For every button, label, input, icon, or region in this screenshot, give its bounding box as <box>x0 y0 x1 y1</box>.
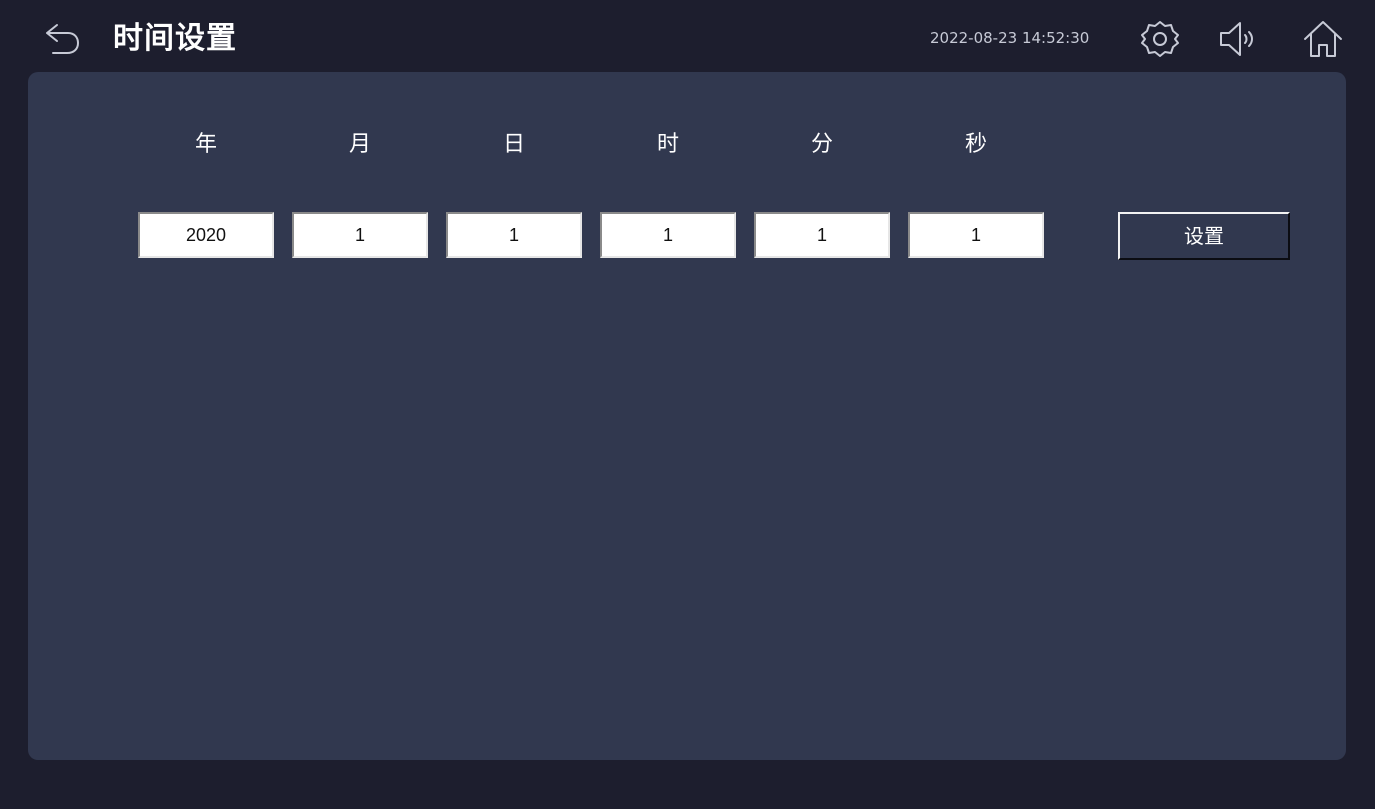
back-button[interactable] <box>38 20 82 60</box>
top-bar: 时间设置 2022-08-23 14:52:30 <box>0 0 1375 72</box>
minute-label: 分 <box>810 132 833 157</box>
minute-input[interactable] <box>754 212 890 258</box>
month-input[interactable] <box>292 212 428 258</box>
day-input[interactable] <box>446 212 582 258</box>
volume-button[interactable] <box>1216 17 1260 61</box>
page-title: 时间设置 <box>113 21 237 56</box>
hour-input[interactable] <box>600 212 736 258</box>
gear-icon <box>1141 21 1179 57</box>
year-input[interactable] <box>138 212 274 258</box>
set-time-button[interactable]: 设置 <box>1118 212 1290 260</box>
second-input[interactable] <box>908 212 1044 258</box>
back-arrow-icon <box>46 24 79 54</box>
second-label: 秒 <box>964 132 987 157</box>
time-settings-panel: 年 月 日 时 分 秒 设置 <box>28 72 1346 760</box>
hour-label: 时 <box>656 132 679 157</box>
home-icon <box>1304 21 1342 57</box>
month-label: 月 <box>348 132 371 157</box>
home-button[interactable] <box>1301 17 1345 61</box>
settings-button[interactable] <box>1138 17 1182 61</box>
speaker-icon <box>1220 22 1253 56</box>
datetime-display: 2022-08-23 14:52:30 <box>930 29 1090 47</box>
year-label: 年 <box>194 132 217 157</box>
day-label: 日 <box>502 132 525 157</box>
